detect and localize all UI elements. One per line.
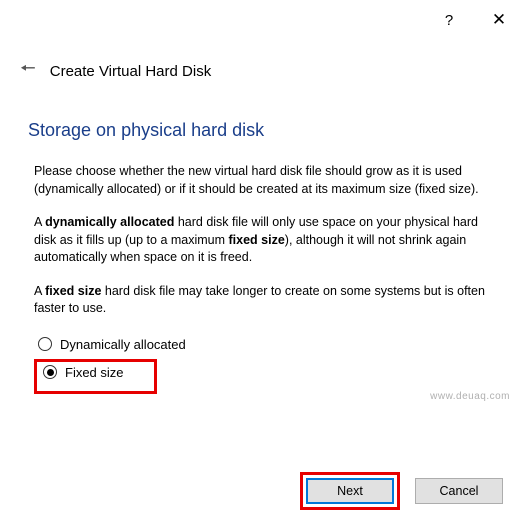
dynamic-paragraph: A dynamically allocated hard disk file w…: [28, 214, 496, 267]
radio-selected-icon: [47, 369, 54, 376]
page-title: Storage on physical hard disk: [28, 120, 496, 141]
radio-fixed-size[interactable]: Fixed size: [39, 362, 128, 383]
text: hard disk file may take longer to create…: [34, 284, 485, 316]
watermark-text: www.deuaq.com: [430, 391, 510, 402]
text: A: [34, 284, 45, 298]
text-bold: dynamically allocated: [45, 215, 174, 229]
button-wrap: Cancel: [412, 472, 506, 510]
wizard-content: Storage on physical hard disk Please cho…: [0, 86, 524, 394]
fixed-paragraph: A fixed size hard disk file may take lon…: [28, 283, 496, 318]
close-icon[interactable]: ✕: [488, 10, 510, 30]
title-bar: ? ✕: [0, 0, 524, 34]
help-icon[interactable]: ?: [438, 12, 460, 29]
storage-type-radio-group: Dynamically allocated Fixed size: [28, 334, 496, 394]
radio-label: Fixed size: [65, 365, 124, 380]
text-bold: fixed size: [45, 284, 101, 298]
text-bold: fixed size: [229, 233, 285, 247]
wizard-button-bar: Next Cancel: [300, 472, 506, 510]
wizard-header: 🠔 Create Virtual Hard Disk: [0, 34, 524, 86]
radio-label: Dynamically allocated: [60, 337, 186, 352]
highlight-annotation: Next: [300, 472, 400, 510]
intro-paragraph: Please choose whether the new virtual ha…: [28, 163, 496, 198]
cancel-button[interactable]: Cancel: [415, 478, 503, 504]
window-title: Create Virtual Hard Disk: [50, 63, 211, 80]
text: A: [34, 215, 45, 229]
radio-dynamically-allocated[interactable]: Dynamically allocated: [34, 334, 496, 355]
next-button[interactable]: Next: [306, 478, 394, 504]
radio-icon: [38, 337, 52, 351]
back-arrow-icon[interactable]: 🠔: [20, 56, 36, 86]
radio-icon: [43, 365, 57, 379]
highlight-annotation: Fixed size: [34, 359, 157, 394]
